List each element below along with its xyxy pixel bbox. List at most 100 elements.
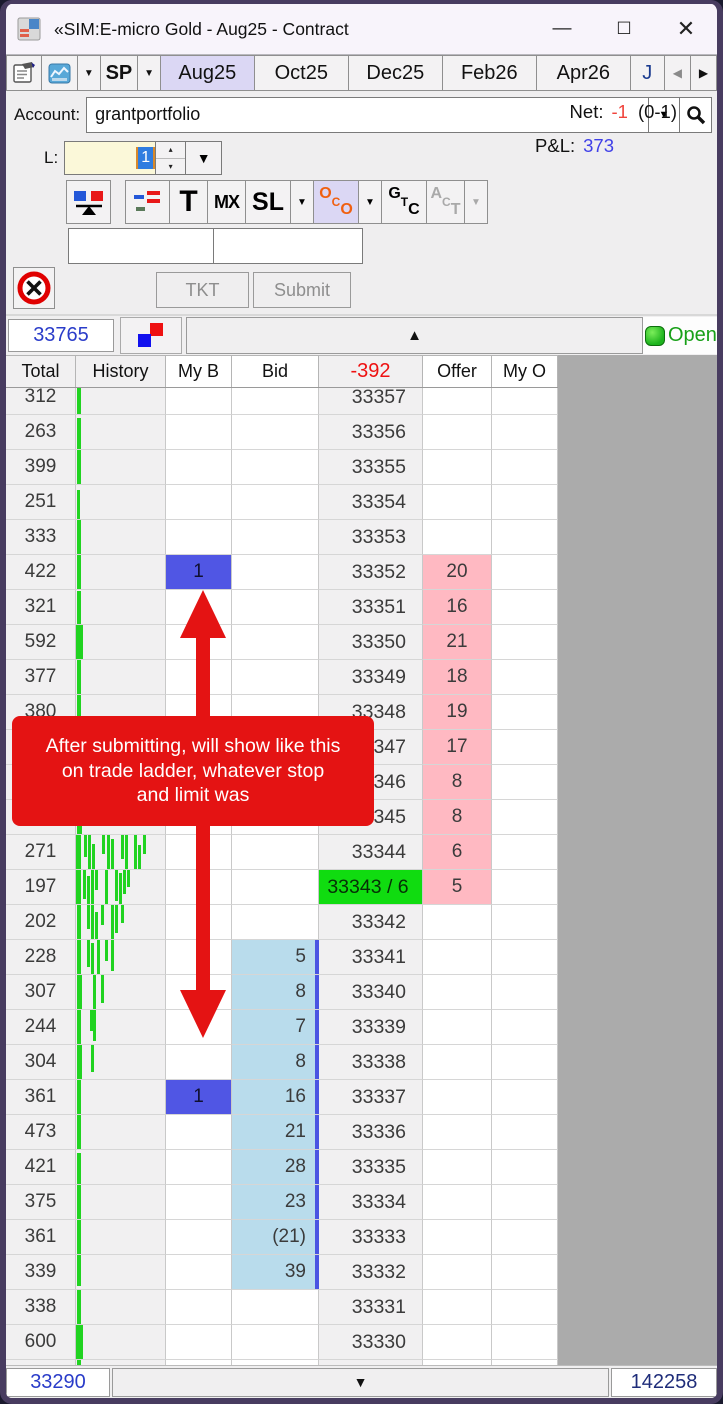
price-cell[interactable]: 33352 [319,555,423,590]
bid-cell[interactable]: 5 [232,940,319,975]
offer-cell[interactable] [423,1360,492,1365]
bid-cell[interactable] [232,450,319,485]
offer-cell[interactable] [423,1220,492,1255]
my-bid-cell[interactable] [166,1185,232,1220]
price-cell[interactable]: 33354 [319,485,423,520]
my-bid-cell[interactable] [166,1290,232,1325]
price-cell[interactable]: 33341 [319,940,423,975]
bid-cell[interactable] [232,520,319,555]
price-cell[interactable]: 33345 [319,800,423,835]
bid-cell[interactable]: 16 [232,1080,319,1115]
chart-button[interactable] [42,55,78,91]
offer-cell[interactable] [423,1325,492,1360]
price-cell[interactable]: 33332 [319,1255,423,1290]
my-bid-cell[interactable] [166,765,232,800]
quantity-field[interactable]: 1 [64,141,156,175]
my-offer-cell[interactable] [492,1185,558,1220]
my-bid-cell[interactable] [166,660,232,695]
spin-down-button[interactable]: ▾ [156,159,185,175]
offer-cell[interactable] [423,1115,492,1150]
offer-cell[interactable] [423,450,492,485]
offer-cell[interactable]: 6 [423,835,492,870]
my-bid-cell[interactable] [166,1360,232,1365]
my-bid-cell[interactable] [166,835,232,870]
offer-cell[interactable] [423,1290,492,1325]
my-offer-cell[interactable] [492,835,558,870]
price-cell[interactable]: 33329 [319,1360,423,1365]
bid-cell[interactable]: 28 [232,1150,319,1185]
my-bid-cell[interactable] [166,730,232,765]
my-offer-cell[interactable] [492,1045,558,1080]
bid-cell[interactable] [232,695,319,730]
offer-cell[interactable] [423,975,492,1010]
my-bid-cell[interactable] [166,590,232,625]
bid-cell[interactable]: 21 [232,1115,319,1150]
price-cell[interactable]: 33334 [319,1185,423,1220]
mx-button[interactable]: MX [208,180,246,224]
tab-jun[interactable]: J [631,55,665,91]
offer-cell[interactable]: 21 [423,625,492,660]
gtc-button[interactable]: GTC [382,180,427,224]
offer-cell[interactable] [423,1045,492,1080]
chart-dropdown-button[interactable]: ▼ [78,55,101,91]
submit-button[interactable]: Submit [253,272,351,308]
price-cell[interactable]: 33333 [319,1220,423,1255]
my-bid-cell[interactable]: 1 [166,1080,232,1115]
price-cell[interactable]: 33331 [319,1290,423,1325]
bid-cell[interactable] [232,870,319,905]
my-bid-cell[interactable] [166,1255,232,1290]
offer-cell[interactable] [423,1080,492,1115]
tabs-scroll-left-button[interactable]: ◀ [665,55,691,91]
my-bid-cell[interactable] [166,870,232,905]
tabs-scroll-right-button[interactable]: ▶ [691,55,717,91]
my-offer-cell[interactable] [492,975,558,1010]
my-bid-cell[interactable]: 1 [166,555,232,590]
cancel-all-button[interactable] [13,267,55,309]
price-cell[interactable]: 33335 [319,1150,423,1185]
bid-cell[interactable] [232,660,319,695]
offer-cell[interactable] [423,1255,492,1290]
bid-cell[interactable] [232,905,319,940]
my-offer-cell[interactable] [492,800,558,835]
tkt-button[interactable]: TKT [156,272,249,308]
price-cell[interactable]: 33347 [319,730,423,765]
my-offer-cell[interactable] [492,1220,558,1255]
oco-button[interactable]: OCO [314,180,359,224]
quantity-dropdown-button[interactable]: ▼ [186,141,222,175]
offer-cell[interactable]: 16 [423,590,492,625]
my-bid-cell[interactable] [166,1150,232,1185]
my-offer-cell[interactable] [492,1010,558,1045]
my-bid-cell[interactable] [166,1045,232,1080]
price-cell[interactable]: 33353 [319,520,423,555]
price-cell[interactable]: 33348 [319,695,423,730]
my-offer-cell[interactable] [492,625,558,660]
bid-cell[interactable] [232,625,319,660]
bid-cell[interactable] [232,485,319,520]
bid-cell[interactable] [232,590,319,625]
my-offer-cell[interactable] [492,1080,558,1115]
my-offer-cell[interactable] [492,555,558,590]
depth-button[interactable] [125,180,170,224]
price-cell[interactable]: 33346 [319,765,423,800]
bid-cell[interactable] [232,415,319,450]
header-total[interactable]: Total [6,355,76,387]
ticket-form-button[interactable] [6,55,42,91]
my-bid-cell[interactable] [166,1010,232,1045]
trailing-button[interactable]: T [170,180,208,224]
my-bid-cell[interactable] [166,485,232,520]
maximize-button[interactable]: ☐ [593,8,655,50]
header-bid[interactable]: Bid [232,355,319,387]
stop-price-input[interactable] [68,228,214,264]
my-bid-cell[interactable] [166,800,232,835]
offer-cell[interactable] [423,1185,492,1220]
my-bid-cell[interactable] [166,450,232,485]
sp-dropdown-button[interactable]: ▼ [138,55,161,91]
my-offer-cell[interactable] [492,590,558,625]
bid-cell[interactable] [232,1360,319,1365]
price-cell[interactable]: 33339 [319,1010,423,1045]
account-search-button[interactable] [679,97,712,133]
my-offer-cell[interactable] [492,765,558,800]
offer-cell[interactable] [423,520,492,555]
spin-up-button[interactable]: ▴ [156,142,185,159]
price-cell[interactable]: 33351 [319,590,423,625]
